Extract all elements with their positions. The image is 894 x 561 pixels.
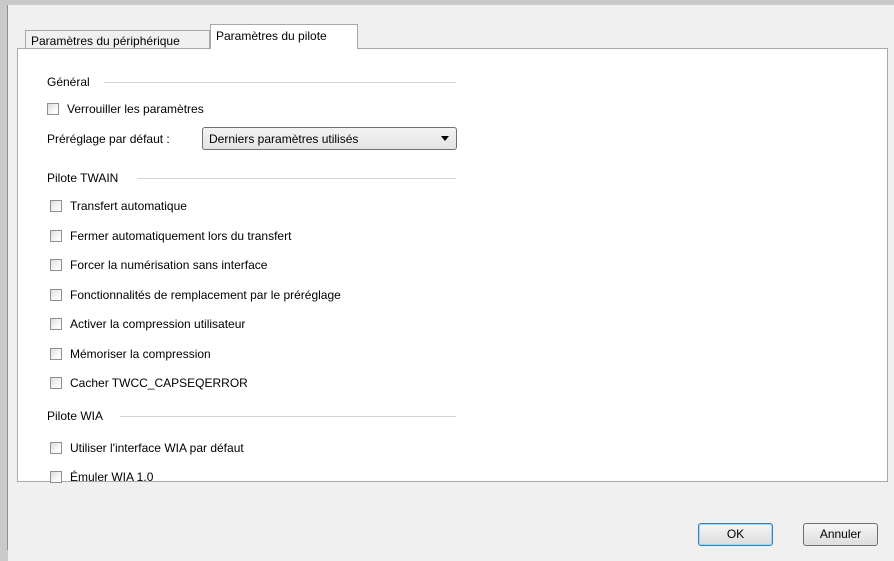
wia-group-divider xyxy=(120,416,456,417)
default-preset-label: Préréglage par défaut : xyxy=(47,132,170,146)
twain-option-label: Fermer automatiquement lors du transfert xyxy=(70,229,292,243)
twain-option-label: Mémoriser la compression xyxy=(70,347,211,361)
twain-group-title: Pilote TWAIN xyxy=(47,171,119,185)
remember-compression-checkbox[interactable] xyxy=(50,348,62,360)
twain-option-row[interactable]: Cacher TWCC_CAPSEQERROR xyxy=(50,375,248,391)
preset-override-checkbox[interactable] xyxy=(50,289,62,301)
twain-option-row[interactable]: Fonctionnalités de remplacement par le p… xyxy=(50,287,341,303)
wia-option-label: Utiliser l'interface WIA par défaut xyxy=(70,441,244,455)
general-group-divider xyxy=(104,82,456,83)
twain-option-row[interactable]: Forcer la numérisation sans interface xyxy=(50,257,267,273)
twain-option-label: Activer la compression utilisateur xyxy=(70,317,246,331)
lock-settings-checkbox-row[interactable]: Verrouiller les paramètres xyxy=(47,101,204,117)
twain-option-label: Forcer la numérisation sans interface xyxy=(70,258,268,272)
lock-settings-label: Verrouiller les paramètres xyxy=(67,102,204,116)
auto-close-checkbox[interactable] xyxy=(50,230,62,242)
twain-group-divider xyxy=(137,178,456,179)
wia-option-row[interactable]: Utiliser l'interface WIA par défaut xyxy=(50,440,244,456)
tab-driver-settings[interactable]: Paramètres du pilote xyxy=(210,24,358,49)
auto-transfer-checkbox[interactable] xyxy=(50,200,62,212)
twain-option-row[interactable]: Fermer automatiquement lors du transfert xyxy=(50,228,291,244)
lock-settings-checkbox[interactable] xyxy=(47,103,59,115)
chevron-down-icon[interactable] xyxy=(441,136,449,141)
emulate-wia-checkbox[interactable] xyxy=(50,471,62,483)
twain-option-label: Transfert automatique xyxy=(70,199,187,213)
twain-option-row[interactable]: Activer la compression utilisateur xyxy=(50,316,245,332)
force-scan-no-ui-checkbox[interactable] xyxy=(50,259,62,271)
twain-option-label: Fonctionnalités de remplacement par le p… xyxy=(70,288,341,302)
twain-option-row[interactable]: Mémoriser la compression xyxy=(50,346,211,362)
twain-option-row[interactable]: Transfert automatique xyxy=(50,198,187,214)
default-preset-value: Derniers paramètres utilisés xyxy=(209,131,359,146)
wia-option-label: Émuler WIA 1.0 xyxy=(70,470,154,484)
cancel-button[interactable]: Annuler xyxy=(803,523,878,546)
hide-capseqerror-checkbox[interactable] xyxy=(50,377,62,389)
wia-group-title: Pilote WIA xyxy=(47,409,104,423)
user-compression-checkbox[interactable] xyxy=(50,318,62,330)
default-preset-select[interactable]: Derniers paramètres utilisés xyxy=(202,127,457,150)
default-wia-ui-checkbox[interactable] xyxy=(50,442,62,454)
general-group-title: Général xyxy=(47,75,90,89)
wia-option-row[interactable]: Émuler WIA 1.0 xyxy=(50,469,153,485)
twain-option-label: Cacher TWCC_CAPSEQERROR xyxy=(70,376,248,390)
ok-button[interactable]: OK xyxy=(698,523,773,546)
